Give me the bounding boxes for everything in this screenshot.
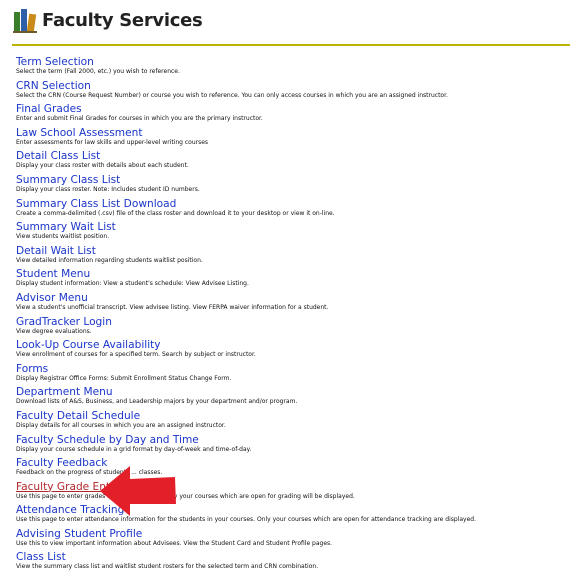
- menu-item: Faculty Schedule by Day and Time Display …: [16, 434, 571, 458]
- menu-item: Department Menu Download lists of A&S, Bu…: [16, 386, 571, 410]
- menu-item-description: View detailed information regarding stud…: [16, 256, 203, 264]
- books-icon: [13, 9, 37, 33]
- menu-item: Summary Class List Display your class ros…: [16, 174, 571, 198]
- menu-item: Advising Student Profile Use this to view…: [16, 528, 571, 552]
- menu-link-gradtracker-login[interactable]: GradTracker Login: [16, 316, 571, 328]
- menu-item-description: Select the CRN (Course Request Number) o…: [16, 91, 448, 99]
- menu-item-description: Select the term (Fall 2000, etc.) you wi…: [16, 68, 180, 75]
- menu-item: Class List View the summary class list an…: [16, 551, 571, 575]
- menu-item: Look-Up Course Availability View enrollme…: [16, 339, 571, 363]
- menu-item: Faculty Detail Schedule Display details f…: [16, 410, 571, 434]
- menu-link-crn-selection[interactable]: CRN Selection: [16, 80, 571, 92]
- menu-item-description: Display Registrar Office Forms: Submit E…: [16, 374, 232, 382]
- menu-link-advisor-menu[interactable]: Advisor Menu: [16, 292, 571, 304]
- menu-item: Advisor Menu View a student's unofficial …: [16, 292, 571, 316]
- menu-item: GradTracker Login View degree evaluations…: [16, 316, 571, 340]
- menu-link-forms[interactable]: Forms: [16, 363, 571, 375]
- menu-item-description: Create a comma-delimited (.csv) file of …: [16, 209, 335, 217]
- menu-item-description: Enter and submit Final Grades for course…: [16, 115, 263, 123]
- menu-item-description: Display student information: View a stud…: [16, 280, 249, 288]
- red-arrow-icon: [100, 466, 176, 516]
- menu-item-description: View students waitlist position.: [16, 233, 110, 241]
- menu-item-description: Display your course schedule in a grid f…: [16, 445, 252, 453]
- menu-link-final-grades[interactable]: Final Grades: [16, 103, 571, 115]
- menu-item: Detail Wait List View detailed informatio…: [16, 245, 571, 269]
- menu-item: Detail Class List Display your class rost…: [16, 150, 571, 174]
- menu-item: Forms Display Registrar Office Forms: Sub…: [16, 363, 571, 387]
- menu-item-description: View enrollment of courses for a specifi…: [16, 351, 256, 359]
- title-divider: [12, 44, 570, 46]
- menu-item: CRN Selection Select the CRN (Course Requ…: [16, 80, 571, 104]
- menu-link-detail-wait-list[interactable]: Detail Wait List: [16, 245, 571, 257]
- menu-item-description: Display your class roster with details a…: [16, 162, 189, 170]
- menu-item: Summary Class List Download Create a comm…: [16, 198, 571, 222]
- menu-link-department-menu[interactable]: Department Menu: [16, 386, 571, 398]
- menu-link-law-school-assessment[interactable]: Law School Assessment: [16, 127, 571, 139]
- menu-item-description: Display details for all courses in which…: [16, 421, 226, 429]
- menu-item-description: Enter assessments for law skills and upp…: [16, 138, 209, 146]
- page-header: Faculty Services: [0, 0, 571, 50]
- menu-item: Summary Wait List View students waitlist …: [16, 221, 571, 245]
- menu-link-class-list[interactable]: Class List: [16, 551, 571, 563]
- menu-item: Law School Assessment Enter assessments f…: [16, 127, 571, 151]
- menu-item-description: Download lists of A&S, Business, and Lea…: [16, 398, 298, 406]
- menu-item-description: Use this to view important information a…: [16, 539, 333, 547]
- menu-item-description: Use this page to enter attendance inform…: [16, 516, 476, 524]
- menu-link-summary-wait-list[interactable]: Summary Wait List: [16, 221, 571, 233]
- menu-link-advising-student-profile[interactable]: Advising Student Profile: [16, 528, 571, 540]
- menu-item-description: View degree evaluations.: [16, 327, 92, 335]
- menu-item-description: Display your class roster. Note: Include…: [16, 185, 200, 193]
- menu-link-summary-class-list[interactable]: Summary Class List: [16, 174, 571, 186]
- menu-link-faculty-schedule-by-day-and-time[interactable]: Faculty Schedule by Day and Time: [16, 434, 571, 446]
- page-title: Faculty Services: [42, 10, 203, 31]
- menu-link-detail-class-list[interactable]: Detail Class List: [16, 150, 571, 162]
- menu-item: Student Menu Display student information:…: [16, 268, 571, 292]
- menu-link-student-menu[interactable]: Student Menu: [16, 268, 571, 280]
- menu-item-description: View a student's unofficial transcript. …: [16, 303, 329, 311]
- menu-item: Term Selection Select the term (Fall 2000…: [16, 56, 571, 80]
- menu-link-look-up-course-availability[interactable]: Look-Up Course Availability: [16, 339, 571, 351]
- menu-link-summary-class-list-download[interactable]: Summary Class List Download: [16, 198, 571, 210]
- menu-item-description: View the summary class list and waitlist…: [16, 563, 319, 571]
- menu-link-faculty-detail-schedule[interactable]: Faculty Detail Schedule: [16, 410, 571, 422]
- menu-link-term-selection[interactable]: Term Selection: [16, 56, 571, 68]
- menu-item: Final Grades Enter and submit Final Grade…: [16, 103, 571, 127]
